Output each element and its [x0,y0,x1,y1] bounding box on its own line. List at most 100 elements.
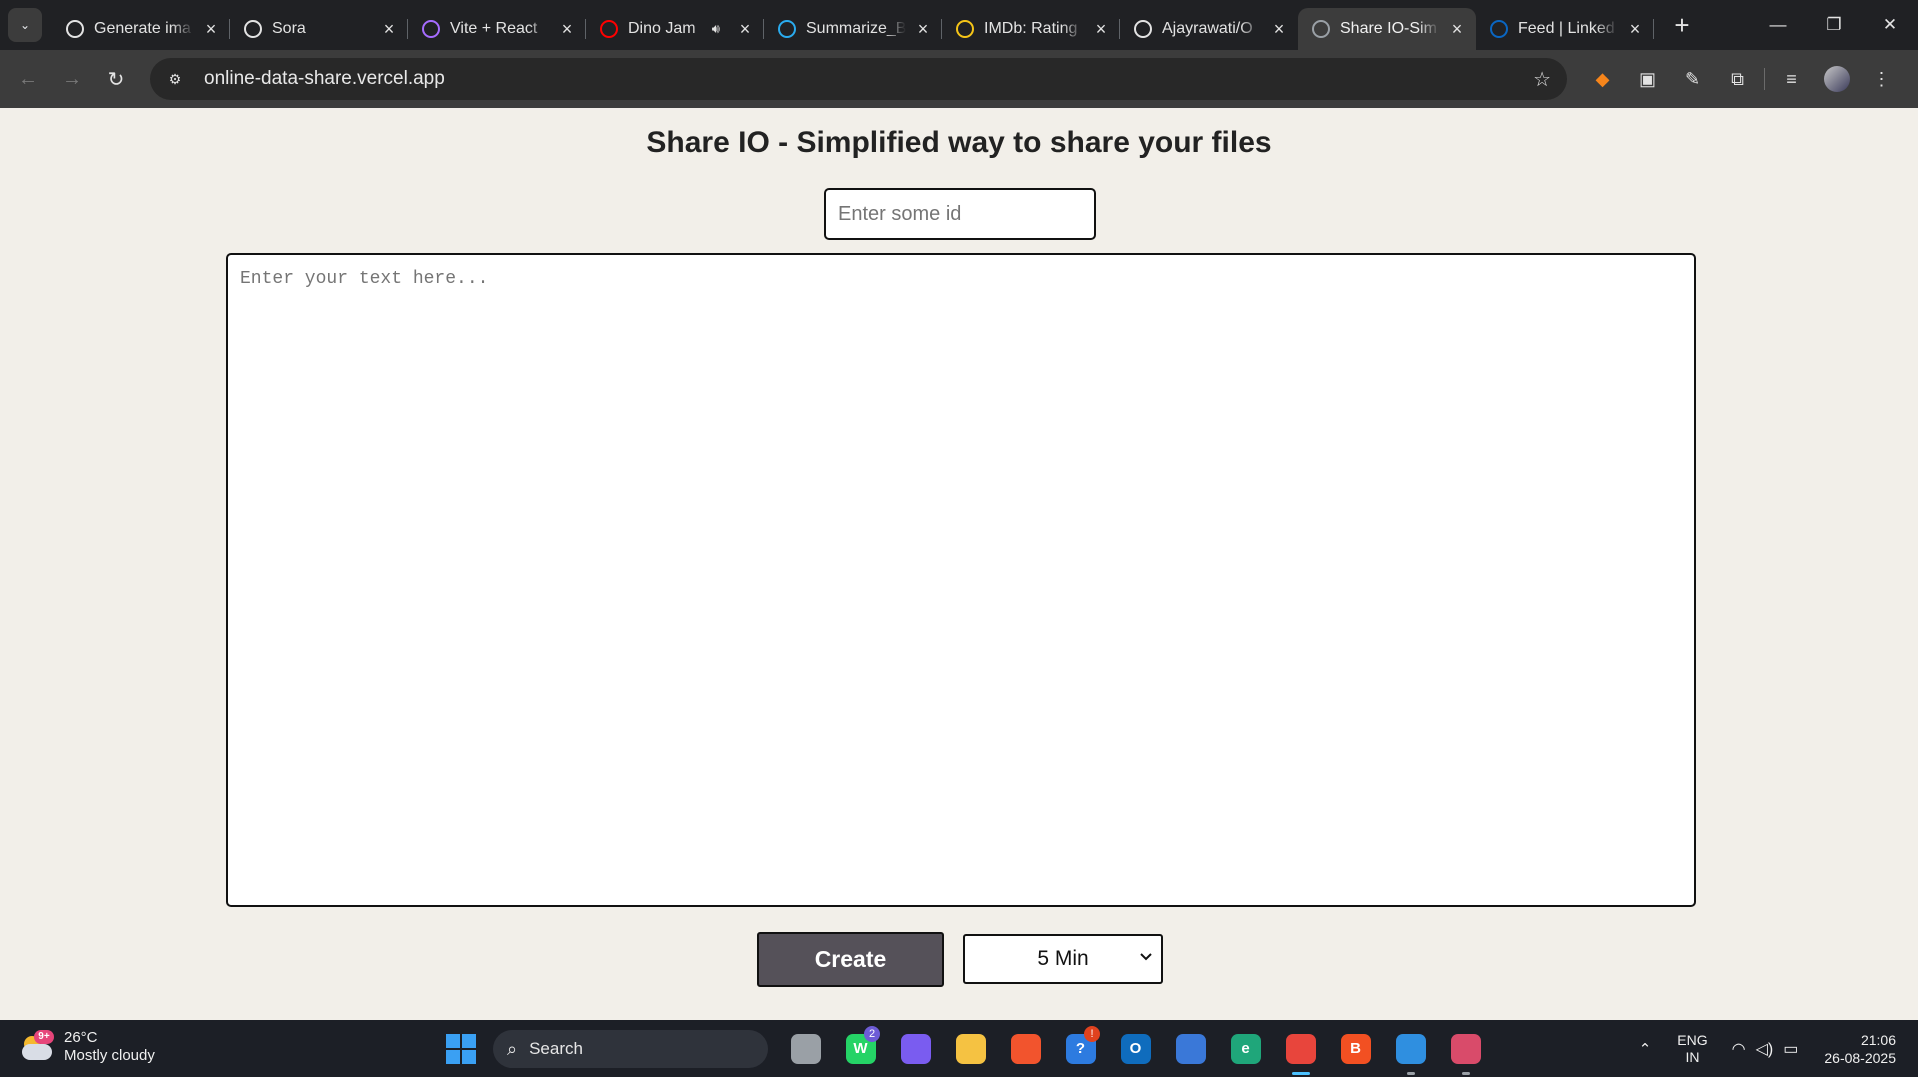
brave-icon: B [1340,1033,1371,1064]
restore-button[interactable]: ❐ [1806,0,1862,50]
more-menu-icon[interactable]: ⋮ [1859,57,1904,101]
chevron-up-icon[interactable]: ⌃ [1639,1040,1652,1058]
tab-title: Generate ima [94,20,191,37]
eyedropper-extension-icon[interactable]: ✎ [1670,57,1715,101]
weather-cloud-icon: 9+ [20,1030,56,1062]
snipping-tool-icon [1450,1033,1481,1064]
github-icon [1134,20,1152,38]
forward-button[interactable]: → [50,57,94,101]
browser-tab[interactable]: Share IO-Sim × [1298,8,1476,50]
browser-tab[interactable]: Summarize_B × [764,8,942,50]
site-info-icon[interactable]: ⚙ [160,71,190,88]
weather-badge: 9+ [34,1030,54,1044]
tab-title: IMDb: Rating [984,20,1078,37]
vs-code-icon [1395,1033,1426,1064]
outlook-taskbar-button[interactable]: O [1108,1020,1163,1077]
get-help-taskbar-button[interactable]: ?! [1053,1020,1108,1077]
taskbar-search[interactable]: ⌕ Search [493,1030,768,1068]
close-tab-icon[interactable]: × [202,19,220,40]
tab-title: Dino Jam [628,20,696,37]
quick-settings[interactable]: ◠ ◁) ▭ [1732,1039,1799,1059]
arrow-right-icon: → [62,67,82,90]
tab-title: Share IO-Sim [1340,20,1437,37]
vs-code-taskbar-button[interactable] [1383,1020,1438,1077]
close-tab-icon[interactable]: × [558,19,576,40]
browser-tab[interactable]: Dino Jam 🔊︎ × [586,8,764,50]
minimize-button[interactable]: — [1750,0,1806,50]
close-window-button[interactable]: ✕ [1862,0,1918,50]
weather-widget[interactable]: 9+ 26°C Mostly cloudy [20,1029,155,1065]
weather-condition: Mostly cloudy [64,1047,155,1064]
language-indicator[interactable]: ENG IN [1677,1032,1707,1066]
tab-search-button[interactable]: ⌄ [8,8,42,42]
bookmark-star-icon[interactable]: ☆ [1533,67,1551,92]
tab-title: Sora [272,20,306,37]
clock-time: 21:06 [1860,1031,1896,1048]
chrome-taskbar-button[interactable] [1273,1020,1328,1077]
browser-tab[interactable]: Feed | Linked × [1476,8,1654,50]
close-tab-icon[interactable]: × [1092,19,1110,40]
clock-date: 26-08-2025 [1824,1049,1896,1066]
clock[interactable]: 21:06 26-08-2025 [1824,1031,1896,1067]
browser-tab[interactable]: Generate ima × [52,8,230,50]
task-view-icon [790,1033,821,1064]
id-input[interactable] [824,188,1096,240]
edge-taskbar-button[interactable]: e [1218,1020,1273,1077]
new-tab-button[interactable]: + [1668,12,1696,38]
running-indicator [1462,1072,1470,1075]
reload-button[interactable]: ↻ [94,57,138,101]
snipping-tool-taskbar-button[interactable] [1438,1020,1493,1077]
audio-playing-icon[interactable]: 🔊︎ [712,21,720,37]
create-button[interactable]: Create [757,932,944,987]
close-tab-icon[interactable]: × [914,19,932,40]
wifi-icon: ◠ [1731,1040,1746,1058]
reload-icon: ↻ [107,68,125,91]
file-explorer-taskbar-button[interactable] [943,1020,998,1077]
system-tray: ⌃ ENG IN ◠ ◁) ▭ 21:06 26-08-2025 [1639,1020,1918,1077]
git-app-taskbar-button[interactable] [998,1020,1053,1077]
windows-start-icon[interactable] [446,1034,476,1064]
chrome-icon [1285,1033,1316,1064]
ms-store-icon [1175,1033,1206,1064]
notification-badge: 2 [864,1026,880,1042]
edge-icon: e [1230,1033,1261,1064]
share-text-area[interactable] [226,253,1696,907]
globe-icon [1312,20,1330,38]
ms-store-taskbar-button[interactable] [1163,1020,1218,1077]
back-button[interactable]: ← [6,57,50,101]
browser-tab[interactable]: Vite + React × [408,8,586,50]
metamask-extension-icon[interactable]: ◆ [1580,57,1625,101]
running-indicator [1292,1072,1310,1075]
tab-title: Ajayrawati/O [1162,20,1253,37]
arrow-left-icon: ← [18,67,38,90]
puzzle-extensions-icon[interactable]: ⧉ [1715,57,1760,101]
close-tab-icon[interactable]: × [380,19,398,40]
media-control-icon[interactable]: ≡ [1769,57,1814,101]
browser-tab[interactable]: Sora × [230,8,408,50]
taskbar-apps: W 2?! Oe B [778,1020,1493,1077]
imdb-icon [956,20,974,38]
url-text[interactable]: online-data-share.vercel.app [204,68,445,90]
close-tab-icon[interactable]: × [1448,19,1466,40]
task-view-taskbar-button[interactable] [778,1020,833,1077]
brave-taskbar-button[interactable]: B [1328,1020,1383,1077]
close-tab-icon[interactable]: × [1270,19,1288,40]
whatsapp-taskbar-button[interactable]: W2 [833,1020,888,1077]
tab-title: Vite + React [450,20,538,37]
picture-in-picture-icon[interactable]: ▣ [1625,57,1670,101]
linkedin-icon [1490,20,1508,38]
youtube-icon [600,20,618,38]
running-indicator [1407,1072,1415,1075]
copilot-taskbar-button[interactable] [888,1020,943,1077]
profile-avatar[interactable] [1814,57,1859,101]
browser-tab[interactable]: Ajayrawati/O × [1120,8,1298,50]
language-code: ENG [1677,1031,1708,1048]
close-tab-icon[interactable]: × [736,19,754,40]
close-tab-icon[interactable]: × [1626,19,1644,40]
git-app-icon [1010,1033,1041,1064]
file-explorer-icon [955,1033,986,1064]
expiry-select[interactable]: 5 Min [963,934,1163,984]
telegram-icon [778,20,796,38]
address-bar[interactable]: ⚙ online-data-share.vercel.app ☆ [150,58,1567,100]
browser-tab[interactable]: IMDb: Rating × [942,8,1120,50]
